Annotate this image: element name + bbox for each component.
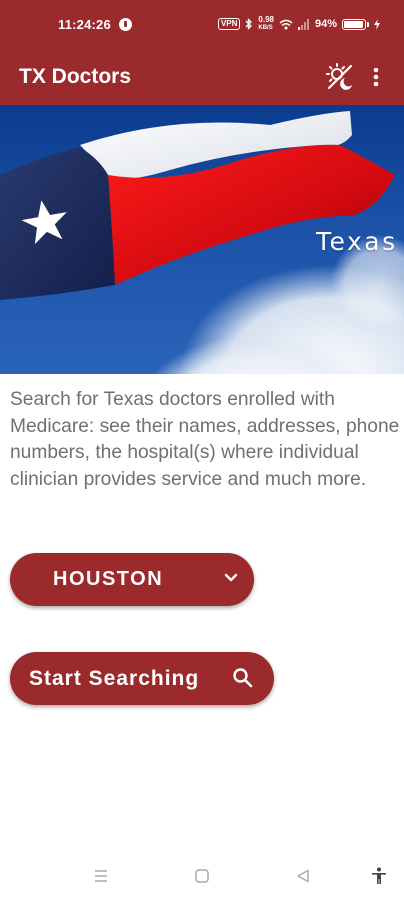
hero-label: Texas [316, 227, 398, 256]
brightness-toggle-icon [326, 62, 353, 90]
network-speed: 0.98 KB/S [258, 15, 274, 32]
chevron-down-icon [224, 573, 238, 582]
home-icon [195, 869, 209, 883]
back-button[interactable] [293, 866, 313, 886]
charging-icon [374, 18, 380, 30]
signal-icon [297, 18, 309, 30]
bluetooth-icon [245, 18, 253, 30]
app-bar: TX Doctors [0, 48, 404, 105]
city-dropdown-value: HOUSTON [53, 568, 164, 590]
battery-percent: 94% [314, 18, 337, 30]
back-icon [297, 869, 309, 883]
recents-button[interactable] [91, 866, 111, 886]
battery-icon [342, 18, 369, 30]
notification-icon [118, 17, 132, 31]
app-title: TX Doctors [19, 64, 132, 88]
intro-description: Search for Texas doctors enrolled with M… [10, 389, 400, 490]
accessibility-button[interactable] [369, 866, 389, 886]
theme-toggle-button[interactable] [322, 59, 358, 95]
vpn-icon: VPN [217, 18, 241, 30]
hero-image: Texas [0, 105, 404, 374]
status-time: 11:24:26 [58, 16, 111, 32]
overflow-menu-button[interactable] [366, 59, 386, 95]
more-vert-icon [373, 67, 379, 86]
start-searching-button[interactable]: Start Searching [10, 652, 274, 705]
search-icon [233, 668, 253, 688]
city-dropdown[interactable]: HOUSTON [10, 553, 254, 606]
status-right: VPN 0.98 KB/S 94% [217, 15, 380, 32]
recents-icon [95, 870, 107, 882]
wifi-icon [279, 19, 293, 29]
home-button[interactable] [192, 866, 212, 886]
accessibility-icon [372, 867, 386, 884]
status-bar: 11:24:26 VPN 0.98 KB/S 94% [0, 0, 404, 48]
start-searching-label: Start Searching [29, 666, 200, 690]
status-left: 11:24:26 [58, 17, 132, 32]
system-nav-bar [0, 848, 404, 900]
